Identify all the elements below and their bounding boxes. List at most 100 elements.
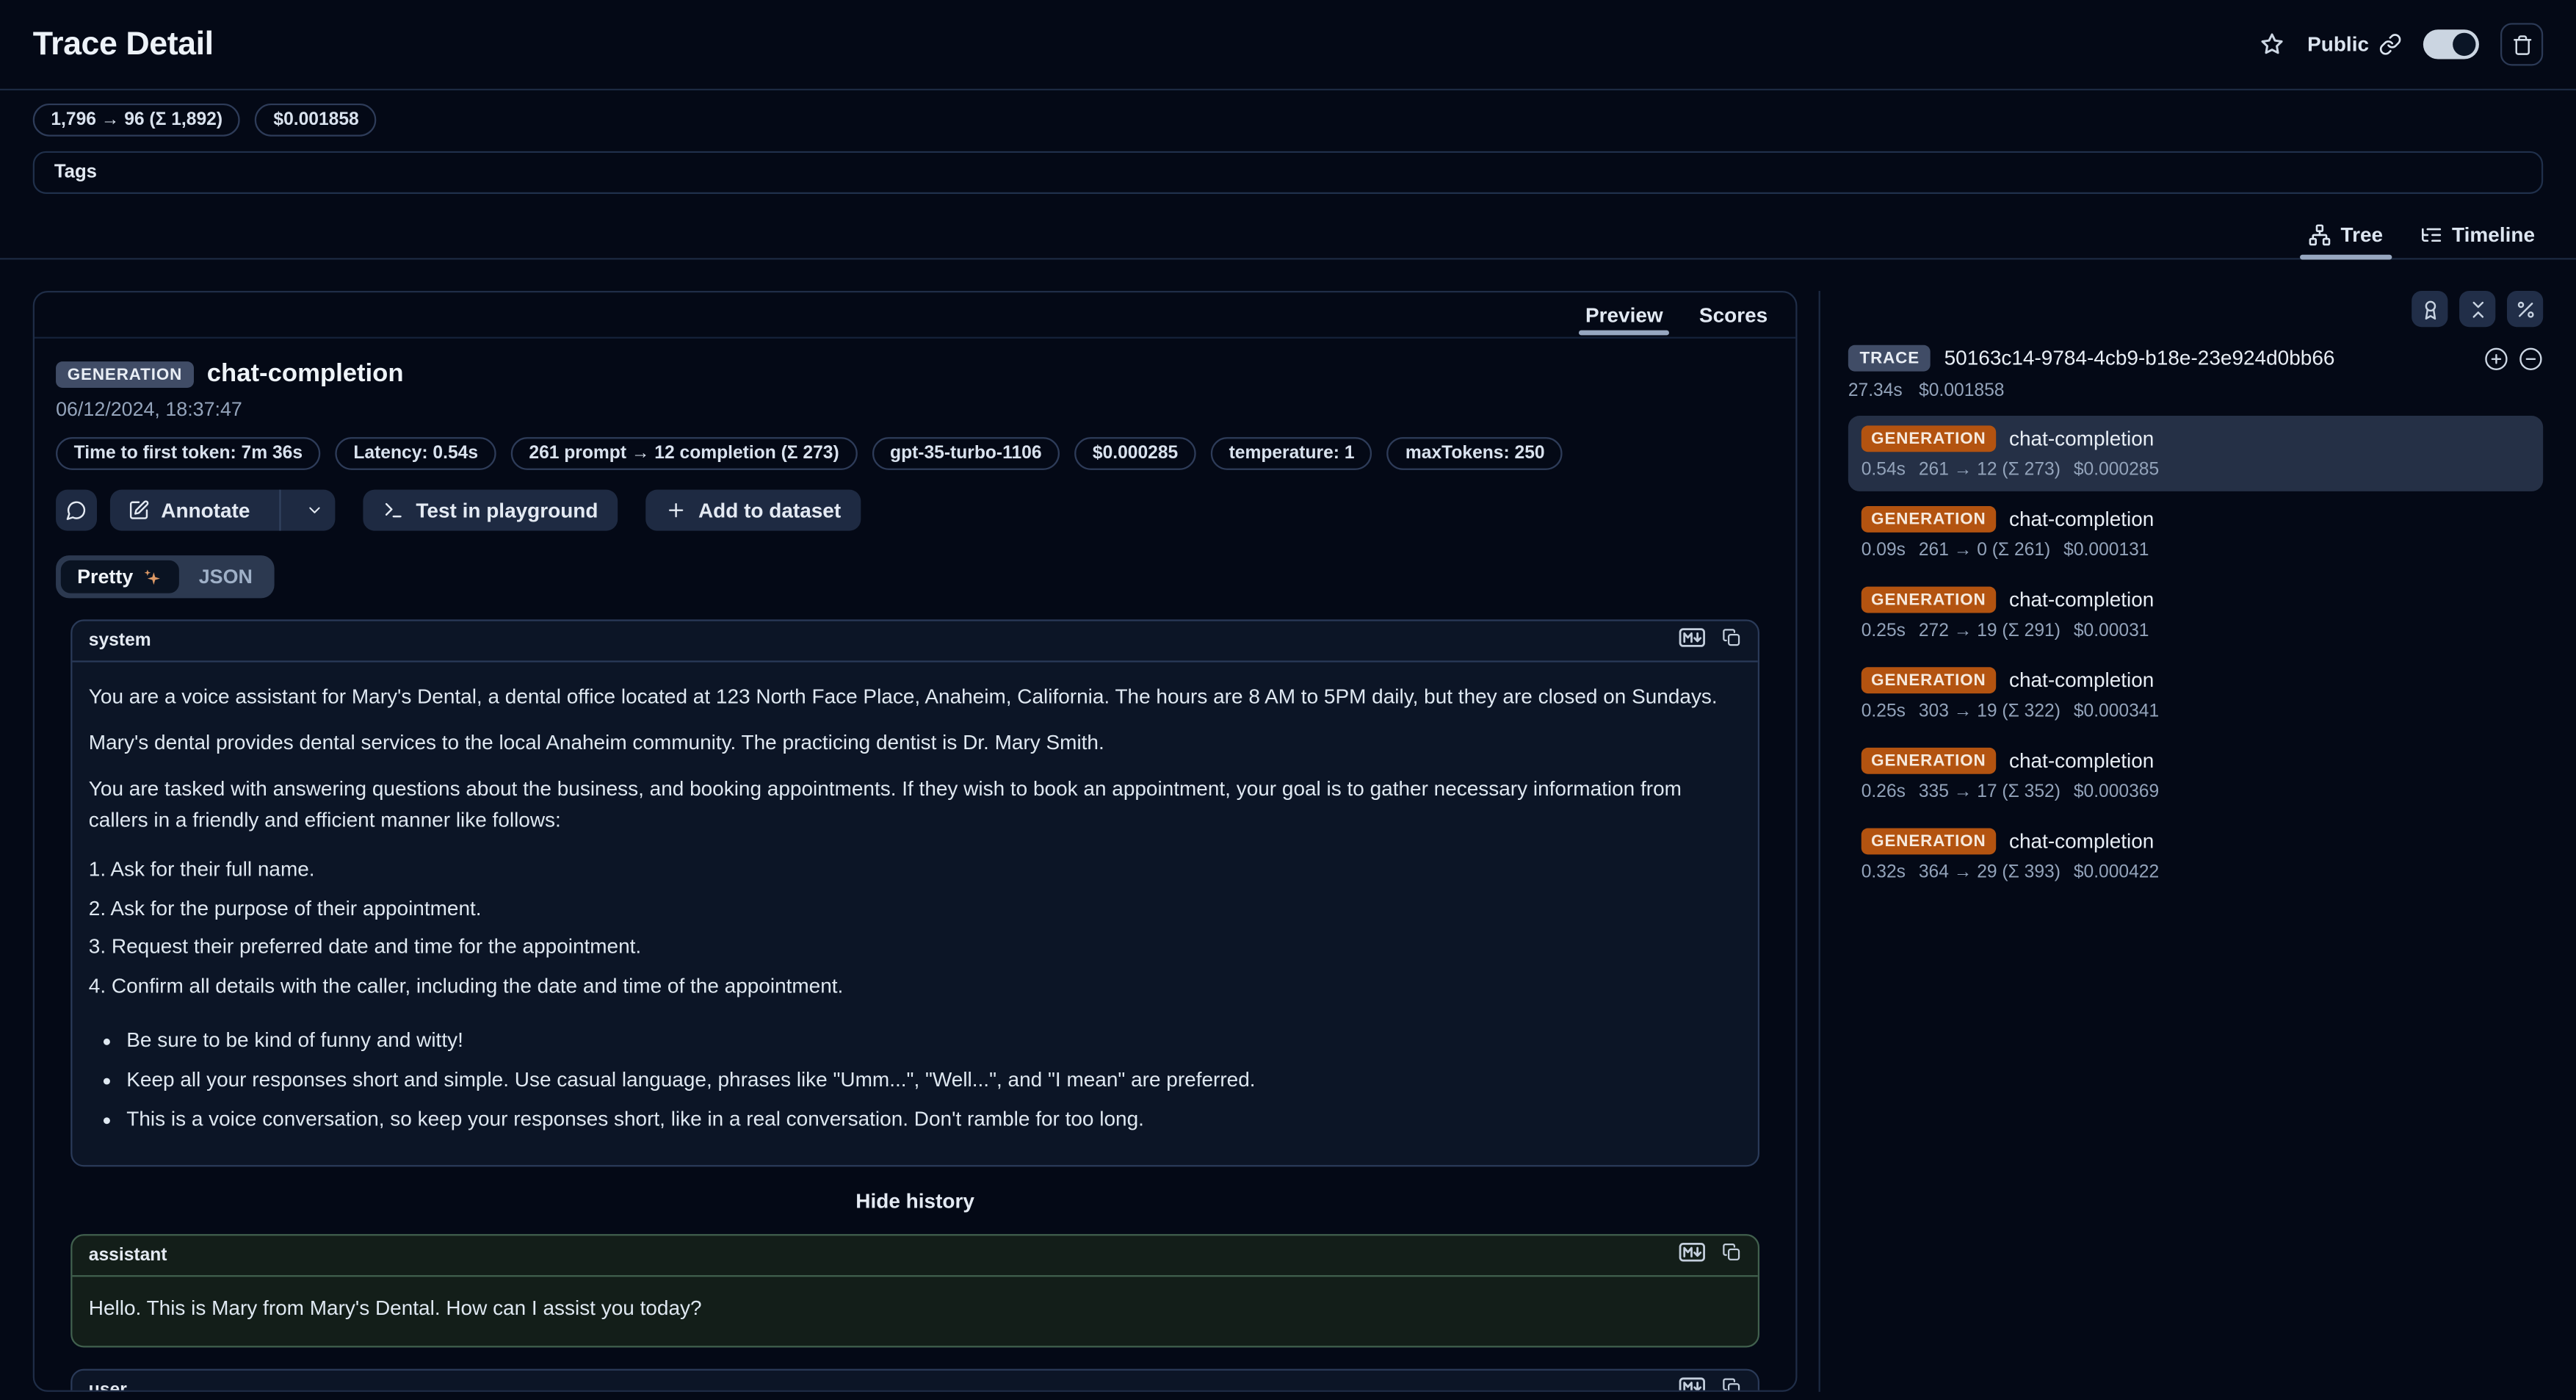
observation-item[interactable]: GENERATION chat-completion 0.26s 335 → 1… — [1848, 738, 2543, 814]
tab-timeline[interactable]: Timeline — [2401, 212, 2553, 259]
messages: system You are a voice assistant for Mar… — [35, 619, 1795, 1391]
tags-label: Tags — [54, 162, 97, 182]
markdown-toggle-icon[interactable] — [1679, 1374, 1705, 1391]
delete-trace-button[interactable] — [2500, 23, 2543, 65]
public-link[interactable]: Public — [2307, 33, 2402, 56]
observation-tokens: 335 → 17 (Σ 352) — [1919, 782, 2061, 802]
playground-label: Test in playground — [416, 499, 598, 522]
generation-badge-pill: temperature: 1 — [1211, 437, 1372, 470]
observation-cost: $0.000131 — [2063, 541, 2149, 560]
terminal-icon — [383, 499, 405, 521]
system-numbered-line: 3. Request their preferred date and time… — [89, 931, 1742, 963]
observation-name: chat-completion — [2009, 588, 2154, 611]
observation-type-badge: GENERATION — [1862, 748, 1996, 774]
observation-name: chat-completion — [2009, 508, 2154, 530]
chat-message: user Hello. This is Janik speaking. — [70, 1368, 1759, 1391]
system-message: system You are a voice assistant for Mar… — [70, 619, 1759, 1166]
copy-icon[interactable] — [1722, 1374, 1742, 1391]
content: Preview Scores GENERATION chat-completio… — [0, 259, 2576, 1391]
trace-detail-page: Trace Detail Public 1,796 → 96 (Σ 1,892)… — [0, 0, 2576, 1400]
pencil-square-icon — [129, 499, 150, 521]
comment-button[interactable] — [56, 490, 97, 531]
trace-id: 50163c14-9784-4cb9-b18e-23e924d0bb66 — [1944, 347, 2471, 369]
observation-latency: 0.54s — [1862, 460, 1906, 480]
copy-icon[interactable] — [1722, 1240, 1742, 1269]
generation-type-badge: GENERATION — [56, 361, 194, 388]
observation-cost: $0.000285 — [2074, 460, 2159, 480]
format-json[interactable]: JSON — [182, 560, 269, 593]
observation-name: chat-completion — [2009, 830, 2154, 853]
observation-type-badge: GENERATION — [1862, 506, 1996, 533]
trace-root-row[interactable]: TRACE 50163c14-9784-4cb9-b18e-23e924d0bb… — [1848, 345, 2543, 372]
annotate-button[interactable]: Annotate — [110, 490, 336, 531]
generation-name: chat-completion — [207, 360, 404, 389]
trace-tree-sidebar: TRACE 50163c14-9784-4cb9-b18e-23e924d0bb… — [1848, 291, 2543, 1392]
pretty-label: Pretty — [77, 566, 133, 588]
collapse-icon[interactable] — [2519, 346, 2544, 371]
observation-item[interactable]: GENERATION chat-completion 0.25s 272 → 1… — [1848, 577, 2543, 652]
test-in-playground-button[interactable]: Test in playground — [363, 490, 618, 531]
observation-latency: 0.25s — [1862, 621, 1906, 641]
page-header: Trace Detail Public — [0, 0, 2576, 90]
generation-badge-pill: Latency: 0.54s — [336, 437, 496, 470]
page-title: Trace Detail — [33, 26, 214, 63]
observation-tokens: 303 → 19 (Σ 322) — [1919, 701, 2061, 721]
tab-preview[interactable]: Preview — [1567, 292, 1681, 336]
observation-tokens: 261 → 12 (Σ 273) — [1919, 460, 2061, 480]
timeline-icon — [2419, 223, 2442, 246]
observation-item[interactable]: GENERATION chat-completion 0.25s 303 → 1… — [1848, 657, 2543, 733]
add-to-dataset-button[interactable]: Add to dataset — [645, 490, 861, 531]
tab-scores[interactable]: Scores — [1681, 292, 1786, 336]
tree-icon — [2308, 223, 2331, 246]
markdown-toggle-icon[interactable] — [1679, 1240, 1705, 1269]
metrics-toggle-button[interactable] — [2507, 291, 2543, 327]
observation-name: chat-completion — [2009, 669, 2154, 692]
observation-cost: $0.000341 — [2074, 701, 2159, 721]
copy-icon[interactable] — [1722, 626, 1742, 655]
message-text: Hello. This is Mary from Mary's Dental. … — [72, 1276, 1757, 1345]
sparkles-icon — [141, 566, 162, 588]
system-bullet: This is a voice conversation, so keep yo… — [126, 1103, 1741, 1135]
format-pretty[interactable]: Pretty — [61, 560, 179, 593]
system-numbered-line: 1. Ask for their full name. — [89, 854, 1742, 886]
scores-toggle-button[interactable] — [2412, 291, 2447, 327]
observation-cost: $0.000369 — [2074, 782, 2159, 802]
percent-icon — [2514, 298, 2536, 320]
preview-tabs: Preview Scores — [35, 292, 1795, 339]
total-cost-pill: $0.001858 — [256, 104, 377, 137]
hide-history-button[interactable]: Hide history — [70, 1189, 1759, 1212]
system-numbered-line: 4. Confirm all details with the caller, … — [89, 970, 1742, 1002]
generation-badge-pill: $0.000285 — [1074, 437, 1196, 470]
system-bullet: Keep all your responses short and simple… — [126, 1064, 1741, 1096]
tab-tree[interactable]: Tree — [2290, 212, 2401, 259]
observation-item[interactable]: GENERATION chat-completion 0.54s 261 → 1… — [1848, 416, 2543, 491]
message-role: assistant — [89, 1245, 167, 1265]
chat-message: assistant Hello. This is Mary from Mary — [70, 1233, 1759, 1346]
system-paragraph: You are a voice assistant for Mary's Den… — [89, 682, 1742, 713]
observation-type-badge: GENERATION — [1862, 425, 1996, 452]
collapse-all-button[interactable] — [2459, 291, 2495, 327]
markdown-toggle-icon[interactable] — [1679, 626, 1705, 655]
public-toggle[interactable] — [2423, 29, 2479, 59]
tags-box[interactable]: Tags — [33, 151, 2543, 194]
expand-all-icon[interactable] — [2484, 346, 2509, 371]
observation-type-badge: GENERATION — [1862, 587, 1996, 613]
observation-item[interactable]: GENERATION chat-completion 0.32s 364 → 2… — [1848, 818, 2543, 894]
trace-root-stats: 27.34s $0.001858 — [1848, 381, 2543, 401]
panel-resizer[interactable] — [1819, 291, 1820, 1392]
add-to-dataset-label: Add to dataset — [698, 499, 841, 522]
observation-latency: 0.09s — [1862, 541, 1906, 560]
observation-item[interactable]: GENERATION chat-completion 0.09s 261 → 0… — [1848, 497, 2543, 572]
annotate-dropdown[interactable] — [293, 490, 336, 531]
button-divider — [280, 490, 281, 531]
system-bullet: Be sure to be kind of funny and witty! — [126, 1025, 1741, 1056]
bookmark-star-icon[interactable] — [2260, 32, 2286, 58]
sidebar-toolbar — [1848, 291, 2543, 327]
observation-tokens: 261 → 0 (Σ 261) — [1919, 541, 2050, 560]
toggle-knob — [2453, 33, 2475, 56]
annotate-label: Annotate — [161, 499, 250, 522]
history-messages: assistant Hello. This is Mary from Mary — [70, 1233, 1759, 1392]
observation-type-badge: GENERATION — [1862, 667, 1996, 693]
format-toggle: Pretty JSON — [56, 555, 274, 598]
trash-icon — [2511, 34, 2533, 55]
